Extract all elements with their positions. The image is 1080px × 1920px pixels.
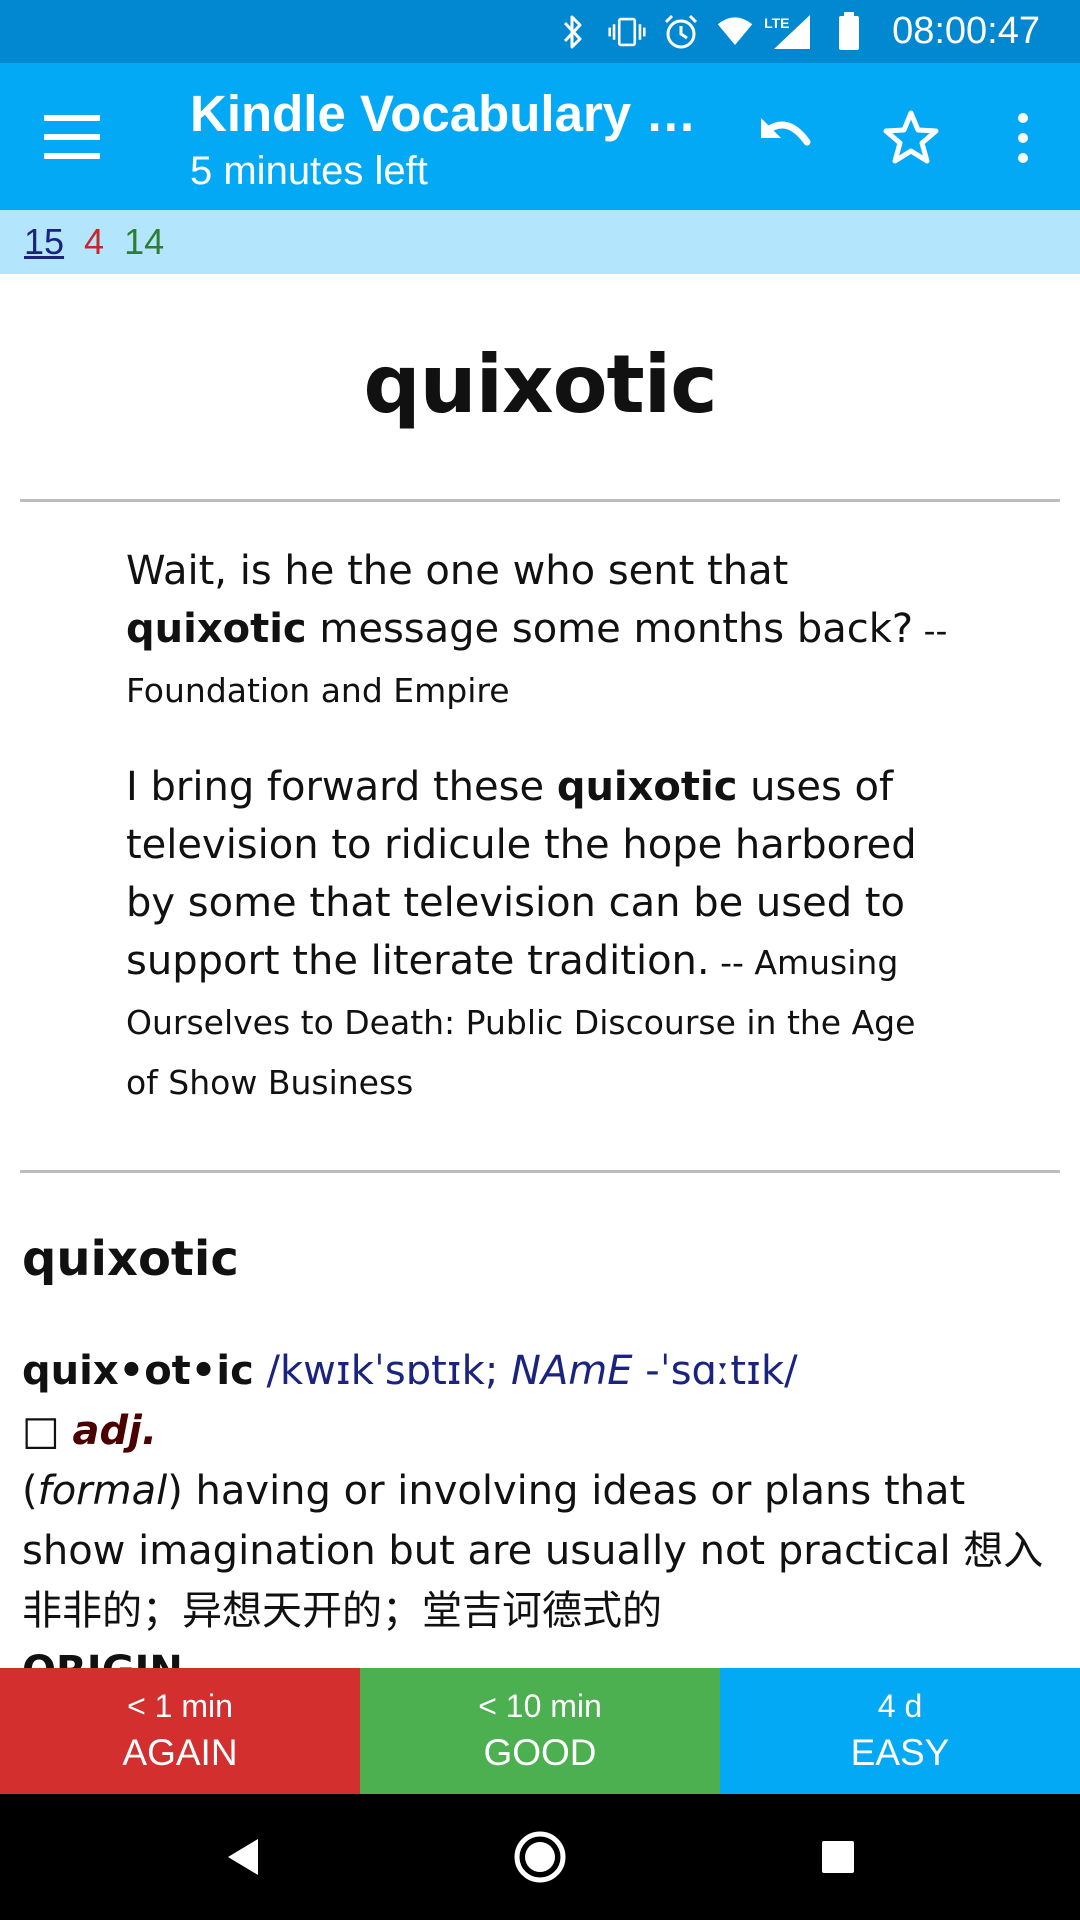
entry-headline: quix•ot•ic /kwɪkˈsɒtɪk; NAmE -ˈsɑːtɪk/	[22, 1341, 1058, 1401]
title-block: Kindle Vocabulary B… 5 minutes left	[190, 81, 710, 195]
time-left: 5 minutes left	[190, 149, 428, 193]
example-keyword: quixotic	[126, 606, 307, 652]
clock: 08:00:47	[892, 10, 1040, 52]
again-interval: < 1 min	[127, 1688, 233, 1724]
back-icon[interactable]	[212, 1827, 272, 1887]
easy-label: EASY	[850, 1732, 950, 1773]
counts-bar: 15 4 14	[0, 210, 1080, 274]
app-bar: Kindle Vocabulary B… 5 minutes left	[0, 63, 1080, 210]
again-label: AGAIN	[122, 1732, 238, 1773]
example-text: I bring forward these	[126, 764, 557, 810]
recents-icon[interactable]	[808, 1827, 868, 1887]
part-of-speech: adj.	[72, 1408, 158, 1454]
register-paren: )	[167, 1468, 183, 1514]
meaning: (formal) having or involving ideas or pl…	[22, 1461, 1058, 1641]
good-interval: < 10 min	[478, 1688, 602, 1724]
new-count: 15	[24, 221, 65, 262]
status-bar: LTE 08:00:47	[0, 0, 1080, 63]
headword: quix•ot•ic	[22, 1348, 254, 1394]
easy-button[interactable]: 4 d EASY	[720, 1668, 1080, 1794]
part-of-speech-line: □ adj.	[22, 1401, 1058, 1461]
pron-region: NAmE	[511, 1348, 633, 1394]
pos-box: □	[22, 1408, 73, 1454]
alarm-icon	[662, 13, 700, 51]
easy-interval: 4 d	[877, 1688, 923, 1724]
examples: Wait, is he the one who sent that quixot…	[0, 502, 1080, 1170]
wifi-icon	[716, 13, 754, 51]
pron-text: -ˈsɑːtɪk/	[632, 1348, 798, 1394]
battery-icon	[830, 11, 868, 51]
again-button[interactable]: < 1 min AGAIN	[0, 1668, 360, 1794]
status-icons: LTE 08:00:47	[554, 0, 1040, 63]
dictionary-entry: quix•ot•ic /kwɪkˈsɒtɪk; NAmE -ˈsɑːtɪk/ □…	[0, 1287, 1080, 1668]
deck-title: Kindle Vocabulary B…	[190, 85, 710, 142]
example-sentence: I bring forward these quixotic uses of t…	[126, 758, 950, 1112]
example-text: Wait, is he the one who sent that	[126, 548, 789, 594]
pronunciation: /kwɪkˈsɒtɪk; NAmE -ˈsɑːtɪk/	[253, 1348, 798, 1394]
navigation-bar	[0, 1794, 1080, 1920]
answer-bar: < 1 min AGAIN < 10 min GOOD 4 d EASY	[0, 1668, 1080, 1794]
learning-count: 4	[84, 221, 105, 262]
card-content[interactable]: quixotic Wait, is he the one who sent th…	[0, 274, 1080, 1668]
pron-text: /kwɪkˈsɒtɪk;	[253, 1348, 512, 1394]
definition-title: quixotic	[22, 1231, 239, 1287]
example-text: message some months back?	[306, 606, 914, 652]
lte-signal-icon: LTE	[764, 13, 814, 51]
card-word: quixotic	[363, 338, 717, 431]
menu-icon[interactable]	[40, 109, 104, 165]
more-vert-icon[interactable]	[988, 103, 1058, 173]
lte-label: LTE	[764, 14, 790, 31]
register-paren: (	[22, 1468, 38, 1514]
star-icon[interactable]	[876, 103, 946, 173]
register: formal	[37, 1468, 168, 1514]
good-button[interactable]: < 10 min GOOD	[360, 1668, 720, 1794]
origin-heading: ORIGIN	[22, 1641, 1058, 1668]
example-keyword: quixotic	[556, 764, 738, 810]
good-label: GOOD	[483, 1732, 597, 1773]
example-sentence: Wait, is he the one who sent that quixot…	[126, 542, 950, 720]
vibrate-icon	[608, 13, 646, 51]
review-count: 14	[124, 221, 165, 262]
home-icon[interactable]	[510, 1827, 570, 1887]
bluetooth-icon	[554, 13, 592, 51]
undo-icon[interactable]	[750, 103, 820, 173]
